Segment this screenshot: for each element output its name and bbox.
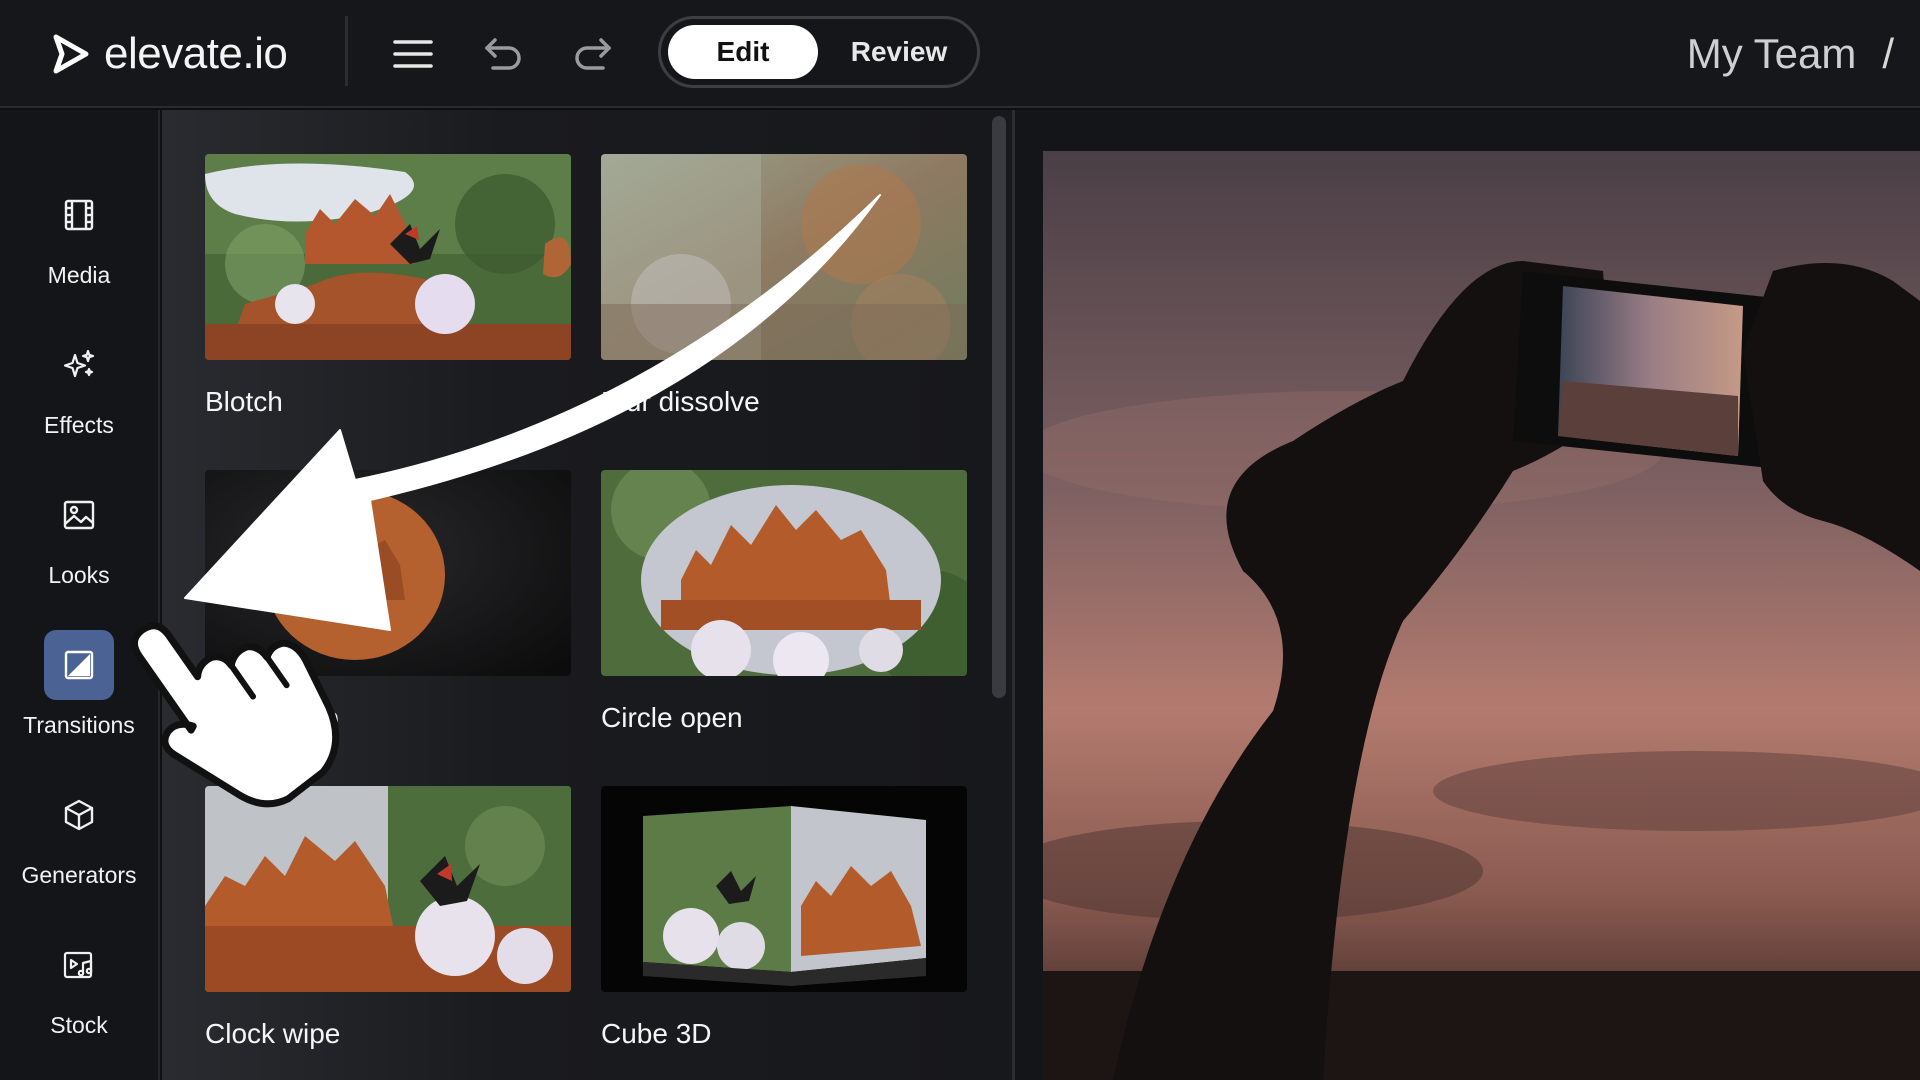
transition-card-clock-wipe[interactable]: Clock wipe — [205, 786, 571, 1050]
sidebar-item-generators[interactable]: Generators — [0, 760, 158, 900]
review-mode-button[interactable]: Review — [831, 25, 967, 79]
transition-label: Blur dissolve — [601, 386, 760, 417]
panel-scrollbar[interactable] — [992, 116, 1006, 698]
sidebar-item-label: Generators — [21, 862, 137, 888]
transition-card-circle-crop[interactable]: Circle crop — [205, 470, 571, 734]
transition-card-cube-3d[interactable]: Cube 3D — [601, 786, 967, 1050]
logo-text: elevate.io — [104, 29, 288, 78]
sidebar-item-media[interactable]: Media — [0, 160, 158, 300]
sidebar-item-label: Media — [47, 262, 111, 288]
sparkle-icon — [44, 330, 114, 400]
sidebar: Media Effects Looks Transitions Generato… — [0, 110, 160, 1080]
film-icon — [44, 180, 114, 250]
top-bar: elevate.io Edit Review My Team / — [0, 0, 1920, 108]
undo-icon[interactable] — [473, 24, 533, 84]
transition-thumbnail — [601, 470, 967, 676]
team-name[interactable]: My Team — [1687, 30, 1857, 78]
sidebar-item-label: Effects — [44, 412, 114, 438]
sidebar-item-label: Looks — [48, 562, 110, 588]
transition-label: Blotch — [205, 386, 283, 417]
edit-mode-button[interactable]: Edit — [668, 25, 818, 79]
transition-icon — [44, 630, 114, 700]
transition-label: Cube 3D — [601, 1018, 712, 1049]
logo[interactable]: elevate.io — [48, 26, 288, 82]
sidebar-item-label: Transitions — [23, 712, 135, 738]
transition-thumbnail — [601, 786, 967, 992]
hamburger-menu-icon[interactable] — [383, 24, 443, 84]
transition-thumbnail — [205, 154, 571, 360]
transition-label: Circle open — [601, 702, 743, 733]
image-icon — [44, 480, 114, 550]
transition-thumbnail — [205, 470, 571, 676]
sidebar-item-label: Stock — [50, 1012, 108, 1038]
transition-thumbnail — [601, 154, 967, 360]
header-divider — [345, 16, 348, 86]
transition-card-circle-open[interactable]: Circle open — [601, 470, 967, 734]
team-breadcrumb[interactable]: My Team / — [1687, 26, 1894, 82]
transition-label: Circle crop — [205, 702, 339, 733]
transition-thumbnail — [205, 786, 571, 992]
transition-label: Clock wipe — [205, 1018, 341, 1049]
stock-media-icon — [44, 930, 114, 1000]
sidebar-item-effects[interactable]: Effects — [0, 310, 158, 450]
cube-icon — [44, 780, 114, 850]
mode-toggle: Edit Review — [658, 16, 980, 88]
preview-image[interactable] — [1043, 151, 1920, 1080]
breadcrumb-separator: / — [1882, 30, 1894, 77]
transition-card-blotch[interactable]: Blotch — [205, 154, 571, 418]
sidebar-item-looks[interactable]: Looks — [0, 460, 158, 600]
transition-card-blur-dissolve[interactable]: Blur dissolve — [601, 154, 967, 418]
sidebar-item-stock[interactable]: Stock — [0, 910, 158, 1050]
redo-icon[interactable] — [563, 24, 623, 84]
sidebar-item-transitions[interactable]: Transitions — [0, 610, 158, 750]
play-logo-icon — [53, 34, 89, 74]
